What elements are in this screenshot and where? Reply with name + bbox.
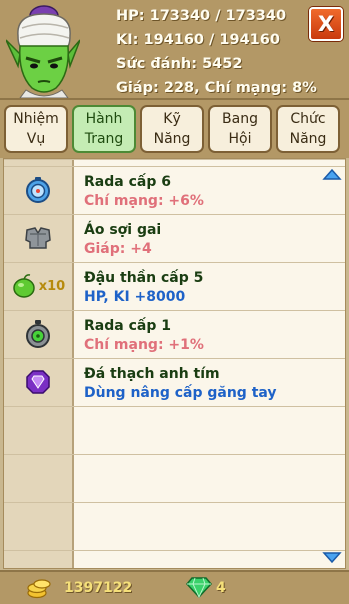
gem-amount: 4 bbox=[216, 580, 226, 596]
list-item[interactable]: Rada cấp 6 Chí mạng: +6% bbox=[4, 166, 345, 214]
tab-clan[interactable]: Bang Hội bbox=[208, 105, 272, 153]
item-icon-cell: x10 bbox=[4, 262, 72, 310]
tab-quests[interactable]: Nhiệm Vụ bbox=[4, 105, 68, 153]
item-name: Rada cấp 1 bbox=[84, 318, 171, 334]
tab-label: Bang bbox=[222, 111, 258, 127]
item-name: Rada cấp 6 bbox=[84, 174, 171, 190]
item-icon-cell bbox=[4, 214, 72, 262]
ki-stat: KI: 194160 / 194160 bbox=[116, 32, 280, 48]
row-divider bbox=[4, 454, 345, 455]
row-divider bbox=[4, 406, 345, 407]
tab-label: Năng bbox=[289, 131, 327, 147]
scroll-up-icon[interactable] bbox=[322, 167, 342, 181]
list-item[interactable]: Rada cấp 1 Chí mạng: +1% bbox=[4, 310, 345, 358]
gold-coin-icon bbox=[27, 579, 51, 599]
tab-label: Chức bbox=[290, 111, 326, 127]
row-divider bbox=[4, 550, 345, 551]
item-name: Đậu thần cấp 5 bbox=[84, 270, 204, 286]
close-icon: X bbox=[317, 12, 335, 36]
character-avatar bbox=[6, 5, 80, 98]
attack-stat: Sức đánh: 5452 bbox=[116, 56, 243, 72]
tab-label: Trang bbox=[84, 131, 124, 147]
tab-label: Kỹ bbox=[163, 111, 181, 127]
item-icon-cell bbox=[4, 166, 72, 214]
senzu-bean-icon bbox=[13, 274, 35, 298]
gem-icon bbox=[186, 577, 212, 598]
inventory-list[interactable]: Rada cấp 6 Chí mạng: +6% Áo sợi gai Giáp… bbox=[3, 158, 346, 569]
item-effect: Chí mạng: +6% bbox=[84, 193, 204, 209]
item-effect: Chí mạng: +1% bbox=[84, 337, 204, 353]
radar-blue-icon bbox=[26, 177, 50, 203]
gold-amount: 1397122 bbox=[64, 580, 133, 596]
character-header: HP: 173340 / 173340 KI: 194160 / 194160 … bbox=[0, 0, 349, 100]
item-effect: Dùng nâng cấp găng tay bbox=[84, 385, 277, 401]
item-name: Áo sợi gai bbox=[84, 222, 162, 238]
item-name: Đá thạch anh tím bbox=[84, 366, 220, 382]
item-effect: HP, KI +8000 bbox=[84, 289, 186, 305]
radar-grey-icon bbox=[26, 320, 50, 348]
item-effect: Giáp: +4 bbox=[84, 241, 152, 257]
tab-label: Năng bbox=[153, 131, 191, 147]
hp-stat: HP: 173340 / 173340 bbox=[116, 8, 287, 24]
tab-functions[interactable]: Chức Năng bbox=[276, 105, 340, 153]
defense-stat: Giáp: 228, Chí mạng: 8% bbox=[116, 80, 317, 96]
list-item[interactable]: x10 Đậu thần cấp 5 HP, KI +8000 bbox=[4, 262, 345, 310]
scroll-down-icon[interactable] bbox=[322, 551, 342, 565]
thorn-armor-icon bbox=[25, 227, 51, 249]
row-divider bbox=[4, 502, 345, 503]
item-icon-cell bbox=[4, 358, 72, 406]
tab-label: Nhiệm bbox=[13, 111, 59, 127]
item-icon-cell bbox=[4, 310, 72, 358]
tab-inventory[interactable]: Hành Trang bbox=[72, 105, 136, 153]
tab-label: Hội bbox=[228, 131, 252, 147]
currency-bar: 1397122 4 bbox=[0, 570, 349, 604]
row-divider bbox=[4, 159, 345, 160]
tab-label: Hành bbox=[85, 111, 123, 127]
tab-bar: Nhiệm Vụ Hành Trang Kỹ Năng Bang Hội Chứ… bbox=[0, 100, 349, 158]
list-item[interactable]: Đá thạch anh tím Dùng nâng cấp găng tay bbox=[4, 358, 345, 406]
tab-skills[interactable]: Kỹ Năng bbox=[140, 105, 204, 153]
list-item[interactable]: Áo sợi gai Giáp: +4 bbox=[4, 214, 345, 262]
item-quantity: x10 bbox=[38, 278, 66, 294]
amethyst-icon bbox=[26, 370, 50, 394]
tab-label: Vụ bbox=[26, 131, 46, 147]
close-button[interactable]: X bbox=[309, 7, 343, 41]
